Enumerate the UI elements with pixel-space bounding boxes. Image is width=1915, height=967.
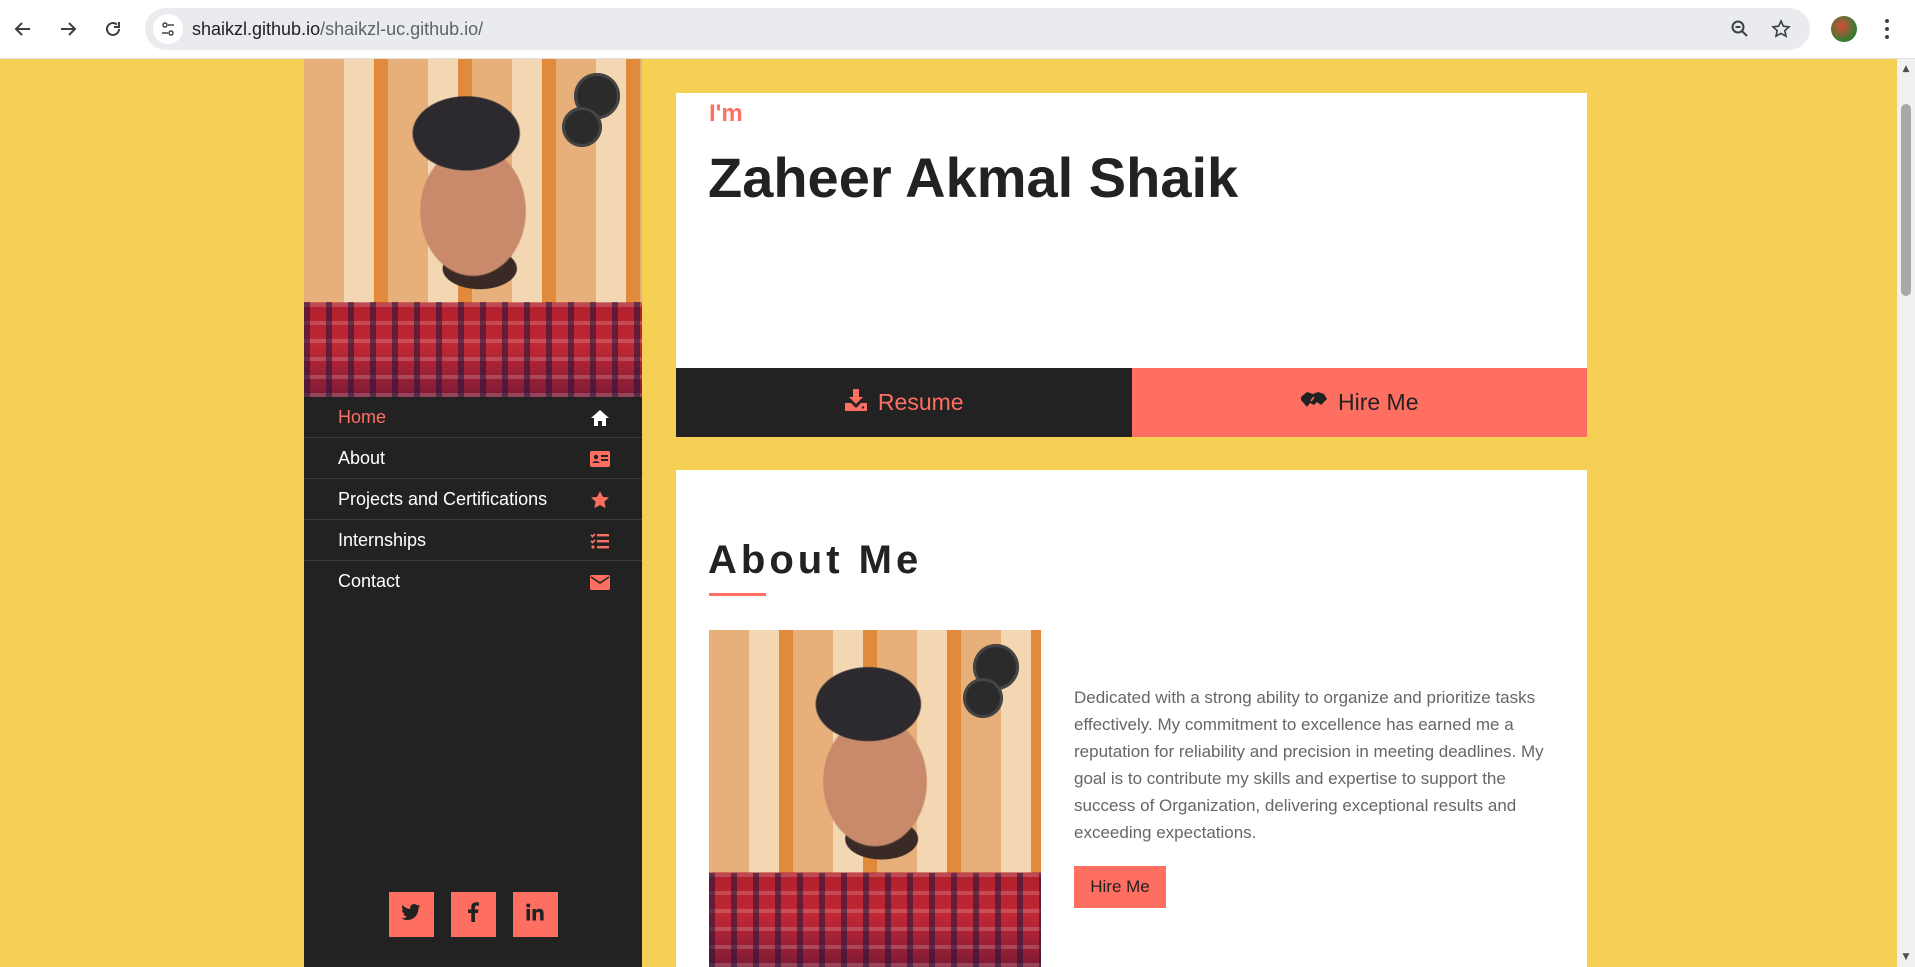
about-photo — [709, 630, 1041, 967]
nav-item-label: About — [338, 447, 386, 468]
home-icon — [590, 408, 610, 428]
download-icon — [844, 388, 868, 418]
about-bio: Dedicated with a strong ability to organ… — [1074, 688, 1544, 842]
zoom-icon[interactable] — [1728, 17, 1752, 41]
nav-item-label: Home — [338, 406, 387, 427]
about-hire-me-button[interactable]: Hire Me — [1074, 866, 1166, 908]
twitter-icon — [401, 903, 421, 927]
kebab-menu-icon[interactable] — [1877, 14, 1897, 44]
scroll-thumb[interactable] — [1901, 104, 1911, 296]
resume-button[interactable]: Resume — [676, 368, 1132, 437]
scroll-up-arrow-icon[interactable]: ▲ — [1897, 61, 1915, 77]
back-icon[interactable] — [8, 14, 38, 44]
nav-item-label: Projects and Certifications — [338, 488, 548, 509]
site-info-icon[interactable] — [153, 14, 183, 44]
intro-text: I'm — [709, 100, 743, 127]
reload-icon[interactable] — [98, 14, 128, 44]
hire-me-button[interactable]: Hire Me — [1131, 368, 1587, 437]
page-title: Zaheer Akmal Shaik — [708, 146, 1239, 209]
nav-item-home[interactable]: Home — [304, 397, 642, 438]
envelope-icon — [590, 572, 610, 592]
hero-actions: Resume Hire Me — [676, 368, 1587, 437]
list-check-icon — [590, 531, 610, 551]
nav-item-label: Internships — [338, 529, 427, 550]
url-path: /shaikzl-uc.github.io/ — [320, 19, 484, 39]
nav-item-projects[interactable]: Projects and Certifications — [304, 479, 642, 520]
about-section: About Me Dedicated with a strong ability… — [676, 470, 1587, 967]
nav-item-about[interactable]: About — [304, 438, 642, 479]
sidebar: Home About Projects and Certifications I… — [304, 59, 642, 967]
resume-label: Resume — [877, 389, 964, 415]
nav-item-contact[interactable]: Contact — [304, 561, 642, 602]
facebook-link[interactable] — [450, 892, 496, 937]
url-text[interactable]: shaikzl.github.io/shaikzl-uc.github.io/ — [192, 19, 483, 40]
side-nav: Home About Projects and Certifications I… — [304, 397, 642, 602]
hero-card: I'm Zaheer Akmal Shaik Resume Hire Me — [676, 93, 1587, 437]
browser-toolbar: shaikzl.github.io/shaikzl-uc.github.io/ — [0, 0, 1915, 59]
nav-item-internships[interactable]: Internships — [304, 520, 642, 561]
id-card-icon — [590, 449, 610, 469]
nav-item-label: Contact — [338, 571, 401, 591]
hire-label: Hire Me — [1337, 389, 1419, 415]
section-heading: About Me — [708, 538, 923, 582]
social-links — [304, 892, 642, 937]
linkedin-link[interactable] — [512, 892, 558, 937]
page-scrollbar[interactable]: ▲ ▼ — [1897, 59, 1915, 967]
star-icon — [590, 490, 610, 510]
heading-underline — [709, 593, 766, 596]
profile-photo — [304, 59, 642, 397]
url-host: shaikzl.github.io — [192, 19, 321, 39]
forward-icon[interactable] — [53, 14, 83, 44]
facebook-icon — [467, 901, 479, 928]
scroll-down-arrow-icon[interactable]: ▼ — [1897, 949, 1915, 965]
handshake-icon — [1300, 389, 1328, 417]
twitter-link[interactable] — [388, 892, 434, 937]
address-bar[interactable]: shaikzl.github.io/shaikzl-uc.github.io/ — [145, 8, 1810, 50]
linkedin-icon — [526, 903, 544, 927]
bookmark-star-icon[interactable] — [1769, 17, 1793, 41]
profile-avatar[interactable] — [1831, 16, 1857, 42]
